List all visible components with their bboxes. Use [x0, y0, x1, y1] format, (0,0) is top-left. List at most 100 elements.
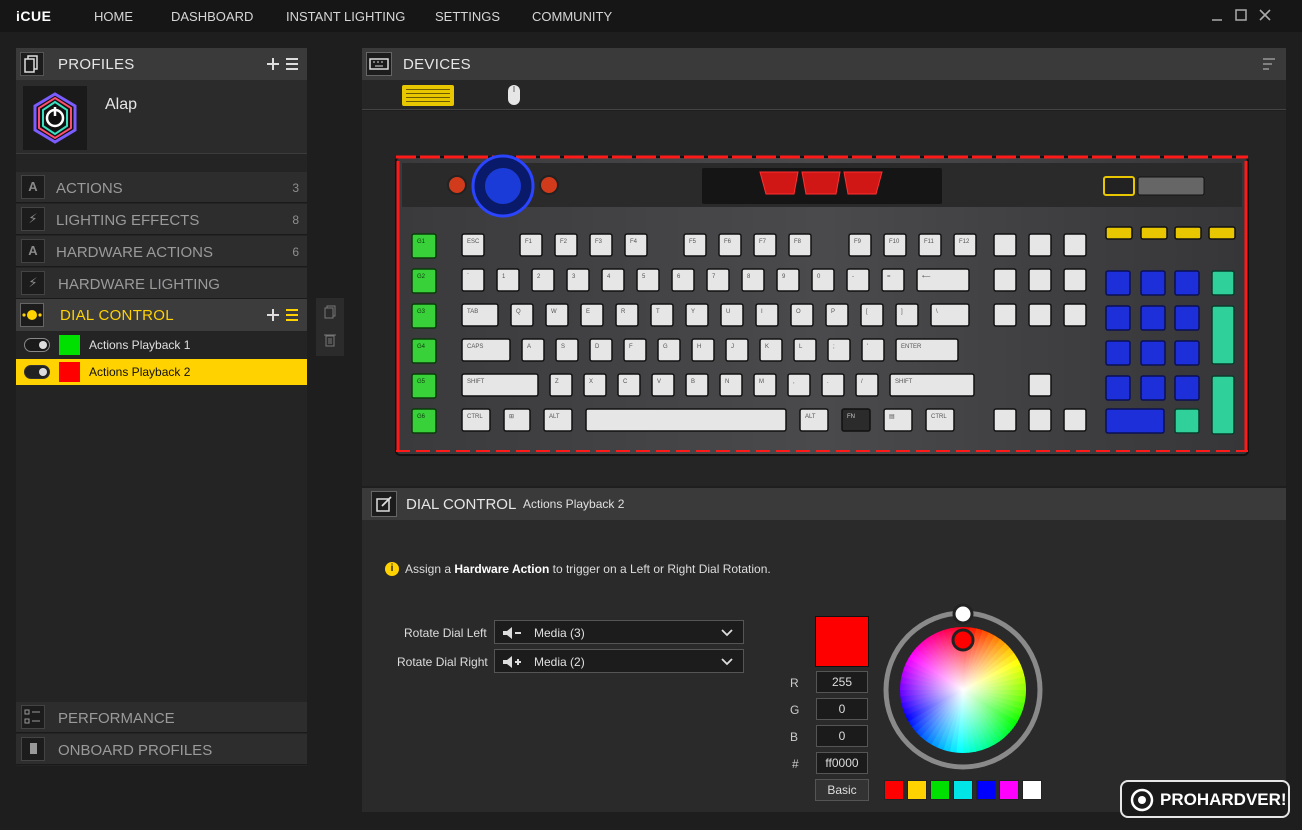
copy-icon[interactable] [322, 304, 338, 320]
onboard-icon [21, 737, 45, 761]
rotate-left-select[interactable]: Media (3) [494, 620, 744, 644]
current-profile[interactable]: Alap [16, 80, 307, 154]
key [1063, 233, 1087, 257]
numpad-key [1174, 408, 1200, 434]
menu-actions[interactable]: A ACTIONS 3 [16, 172, 307, 203]
key: 2 [531, 268, 555, 292]
svg-text:FN: FN [847, 414, 855, 420]
key: F7 [753, 233, 777, 257]
nav-home[interactable]: HOME [94, 9, 133, 24]
profile-avatar [23, 86, 87, 150]
dial-item-label: Actions Playback 1 [89, 338, 191, 352]
color-swatch [59, 362, 80, 382]
key: Z [549, 373, 573, 397]
menu-performance[interactable]: PERFORMANCE [16, 702, 307, 733]
dial-list-item-selected[interactable]: Actions Playback 2 [16, 359, 307, 385]
key: C [617, 373, 641, 397]
key: ' [861, 338, 885, 362]
nav-instant-lighting[interactable]: INSTANT LIGHTING [286, 9, 405, 24]
dial-control-header[interactable]: DIAL CONTROL [16, 299, 307, 331]
app-logo: iCUE [16, 8, 52, 24]
svg-text:C: C [623, 379, 628, 385]
nav-dashboard[interactable]: DASHBOARD [171, 9, 253, 24]
dial-menu-icon[interactable] [285, 308, 299, 322]
key: M [753, 373, 777, 397]
color-wheel[interactable] [880, 602, 1046, 772]
maximize-icon[interactable] [1234, 8, 1248, 22]
volume-down-icon [503, 627, 521, 639]
key [993, 233, 1017, 257]
key: J [725, 338, 749, 362]
numpad-key [1174, 375, 1200, 401]
palette-swatch[interactable] [1022, 780, 1042, 800]
key: TAB [461, 303, 499, 327]
menu-count: 3 [292, 181, 299, 195]
numpad-key [1105, 340, 1131, 366]
key: CTRL [925, 408, 955, 432]
nav-community[interactable]: COMMUNITY [532, 9, 612, 24]
mouse-device-icon[interactable] [506, 83, 522, 107]
keyboard-view: G1 G2 G3 G4 G5 G6 ESC F1 F2 F3 F4 F5 F6 F7 F8 F9 F10 F11 F… [362, 111, 1286, 486]
key [1063, 408, 1087, 432]
palette-swatch[interactable] [930, 780, 950, 800]
key [1028, 373, 1052, 397]
key: ▤ [883, 408, 913, 432]
palette-swatch[interactable] [999, 780, 1019, 800]
hex-input[interactable] [816, 752, 868, 774]
enable-toggle[interactable] [24, 338, 50, 352]
svg-text:F10: F10 [889, 239, 900, 245]
g-key: G2 [411, 268, 437, 294]
minimize-icon[interactable] [1210, 8, 1224, 22]
palette-swatch[interactable] [976, 780, 996, 800]
add-dial-action-icon[interactable] [266, 308, 280, 322]
key: SHIFT [461, 373, 539, 397]
rotate-right-select[interactable]: Media (2) [494, 649, 744, 673]
top-bar: iCUE HOME DASHBOARD INSTANT LIGHTING SET… [0, 0, 1302, 32]
menu-onboard-profiles[interactable]: ONBOARD PROFILES [16, 734, 307, 765]
key: G [657, 338, 681, 362]
key: F6 [718, 233, 742, 257]
dial-list-item[interactable]: Actions Playback 1 [16, 332, 307, 358]
svg-text:P: P [831, 309, 835, 315]
add-profile-icon[interactable] [266, 57, 280, 71]
svg-text:ALT: ALT [549, 414, 560, 420]
menu-hardware-actions[interactable]: A HARDWARE ACTIONS 6 [16, 236, 307, 267]
blue-input[interactable] [816, 725, 868, 747]
menu-count: 6 [292, 245, 299, 259]
lock-icon [447, 175, 467, 195]
svg-text:O: O [796, 309, 801, 315]
key: K [759, 338, 783, 362]
svg-text:▤: ▤ [889, 414, 895, 420]
menu-lighting-effects[interactable]: ⚡ LIGHTING EFFECTS 8 [16, 204, 307, 235]
menu-hardware-lighting[interactable]: ⚡ HARDWARE LIGHTING [16, 268, 307, 299]
palette-swatch[interactable] [953, 780, 973, 800]
palette-swatch[interactable] [907, 780, 927, 800]
svg-text:F: F [629, 344, 633, 350]
svg-text:T: T [656, 309, 660, 315]
red-input[interactable] [816, 671, 868, 693]
svg-text:F9: F9 [854, 239, 862, 245]
g-key: G3 [411, 303, 437, 329]
close-icon[interactable] [1258, 8, 1272, 22]
delete-icon[interactable] [322, 332, 338, 348]
devices-menu-icon[interactable] [1262, 58, 1276, 70]
green-input[interactable] [816, 698, 868, 720]
color-swatch [59, 335, 80, 355]
svg-text:CTRL: CTRL [467, 414, 483, 420]
key: ALT [543, 408, 573, 432]
left-panel: PROFILES Alap A ACTIONS 3 ⚡ LIGHTING EFF… [16, 48, 307, 766]
profile-menu-icon[interactable] [285, 57, 299, 71]
key: [ [860, 303, 884, 327]
key: D [589, 338, 613, 362]
dial-control-panel-header: DIAL CONTROL Actions Playback 2 [362, 488, 1286, 520]
svg-text:Q: Q [516, 309, 521, 315]
keyboard-device-icon[interactable] [402, 85, 454, 106]
svg-text:⊞: ⊞ [509, 414, 514, 420]
key: = [881, 268, 905, 292]
basic-button[interactable]: Basic [815, 779, 869, 801]
enable-toggle[interactable] [24, 365, 50, 379]
key: L [793, 338, 817, 362]
palette-swatch[interactable] [884, 780, 904, 800]
nav-settings[interactable]: SETTINGS [435, 9, 500, 24]
key: ESC [461, 233, 485, 257]
